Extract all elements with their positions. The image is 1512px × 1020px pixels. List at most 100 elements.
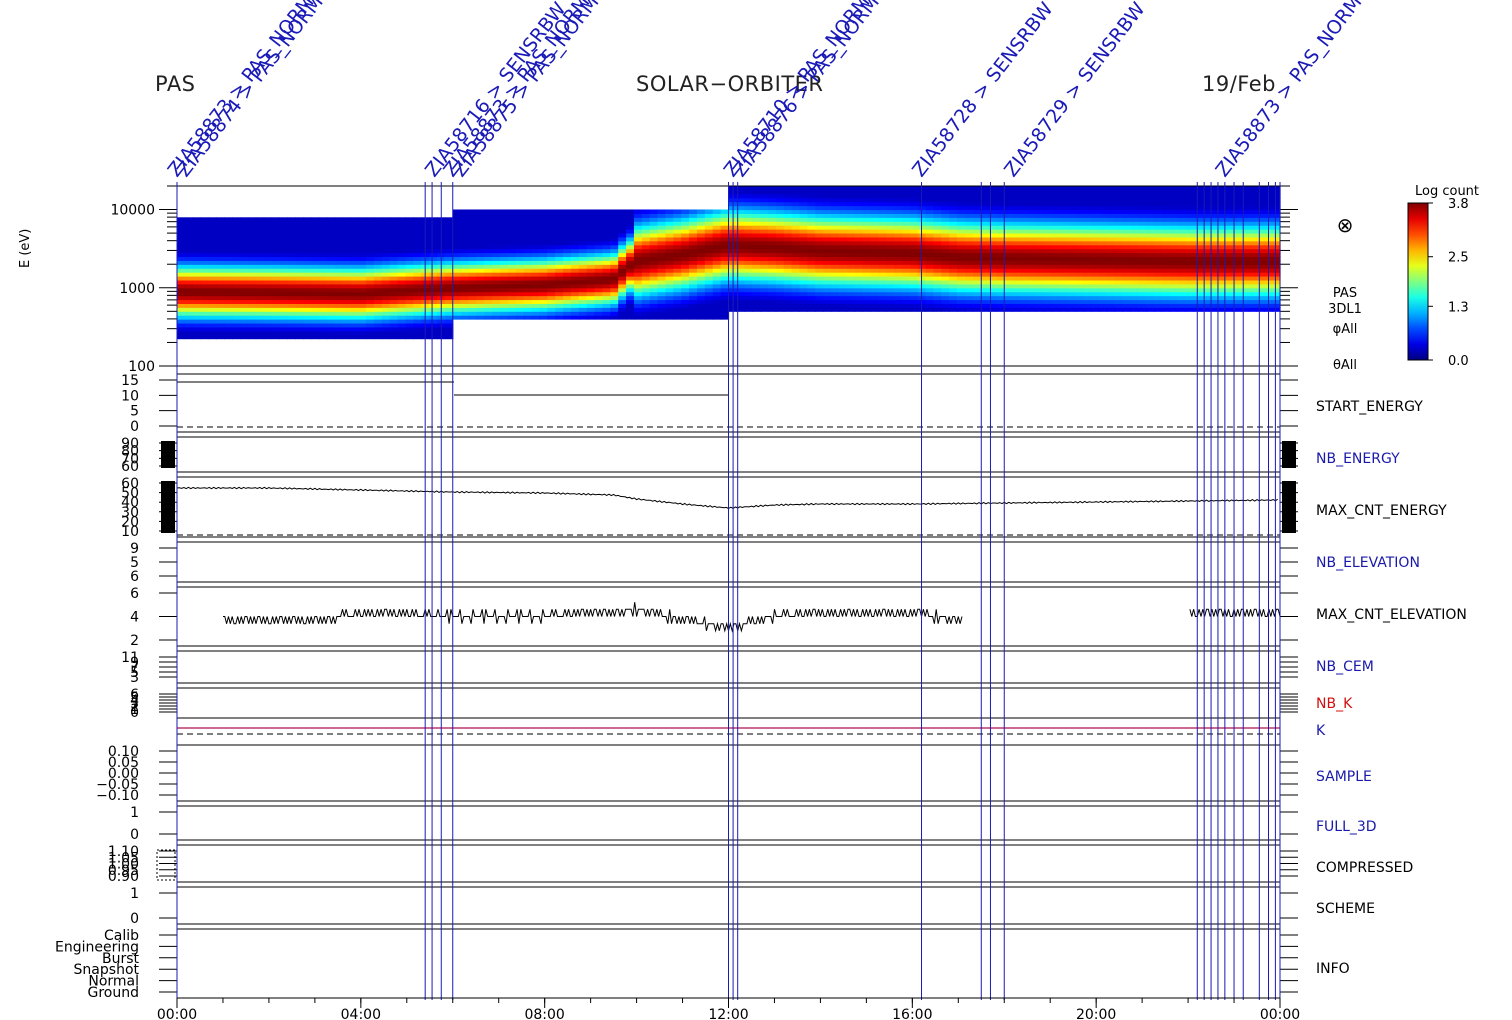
spectrogram-cell (823, 252, 832, 258)
spectrogram-cell (1185, 197, 1194, 203)
spectrogram-cell (1067, 260, 1076, 265)
spectrogram-cell (531, 240, 541, 246)
spectrogram-cell (925, 252, 934, 258)
spectrogram-cell (988, 303, 997, 308)
spectrogram-cell (1130, 209, 1139, 214)
spectrogram-cell (429, 264, 438, 269)
spectrogram-cell (909, 197, 919, 203)
spectrogram-cell (1114, 307, 1124, 312)
spectrogram-cell (752, 244, 761, 250)
spectrogram-cell (1020, 225, 1029, 230)
spectrogram-cell (1248, 256, 1257, 261)
spectrogram-cell (744, 248, 753, 254)
spectrogram-cell (791, 205, 801, 211)
spectrogram-cell (893, 256, 903, 261)
spectrogram-cell (862, 209, 871, 214)
spectrogram-cell (1106, 248, 1116, 254)
spectrogram-cell (862, 276, 871, 281)
spectrogram-cell (815, 201, 824, 207)
spectrogram-cell (925, 248, 934, 254)
spectrogram-cell (1240, 272, 1250, 277)
spectrogram-cell (641, 283, 651, 289)
spectrogram-cell (838, 193, 848, 199)
spectrogram-cell (594, 240, 604, 246)
spectrogram-cell (1272, 197, 1281, 203)
spectrogram-cell (1075, 221, 1084, 226)
spectrogram-cell (909, 221, 919, 226)
spectrogram-cell (507, 232, 517, 238)
spectrogram-cell (1256, 307, 1265, 312)
spectrogram-cell (767, 279, 777, 285)
spectrogram-cell (1043, 291, 1053, 297)
spectrogram-cell (295, 311, 304, 316)
spectrogram-cell (744, 232, 753, 238)
spectrogram-cell (933, 186, 942, 191)
spectrogram-cell (996, 283, 1005, 289)
spectrogram-cell (1201, 229, 1210, 234)
spectrogram-cell (208, 272, 217, 277)
spectrogram-cell (216, 252, 225, 258)
spectrogram-cell (1098, 225, 1108, 230)
spectrogram-cell (429, 322, 438, 328)
spectrogram-cell (200, 244, 210, 250)
spectrogram-cell (941, 209, 950, 214)
spectrogram-cell (444, 291, 454, 297)
spectrogram-cell (373, 268, 383, 273)
spectrogram-cell (1185, 260, 1194, 265)
spectrogram-cell (492, 209, 501, 214)
spectrogram-cell (1240, 307, 1250, 312)
spectrogram-cell (555, 260, 564, 265)
spectrogram-cell (689, 276, 698, 281)
spectrogram-cell (318, 272, 328, 277)
spectrogram-cell (1059, 283, 1068, 289)
spectrogram-cell (216, 229, 225, 234)
spectrogram-cell (476, 287, 485, 293)
spectrogram-cell (1177, 291, 1187, 297)
spectrogram-cell (633, 244, 643, 250)
spectrogram-cell (807, 232, 816, 238)
spectrogram-cell (988, 236, 997, 242)
spectrogram-cell (626, 252, 635, 258)
spectrogram-cell (657, 299, 667, 304)
spectrogram-cell (1020, 248, 1029, 254)
spectrogram-cell (405, 326, 414, 332)
spectrogram-cell (807, 276, 816, 281)
spectrogram-cell (791, 260, 801, 265)
spectrogram-cell (980, 248, 990, 254)
spectrogram-cell (1224, 248, 1234, 254)
spectrogram-cell (1122, 279, 1131, 285)
spectrogram-cell (555, 311, 564, 316)
spectrogram-cell (476, 264, 485, 269)
spectrogram-cell (1114, 197, 1124, 203)
spectrogram-cell (1169, 260, 1179, 265)
spectrogram-cell (1177, 264, 1187, 269)
spectrogram-cell (815, 205, 824, 211)
spectrogram-cell (303, 315, 312, 320)
spectrogram-cell (500, 240, 509, 246)
spectrogram-cell (949, 197, 958, 203)
spectrogram-cell (1209, 229, 1218, 234)
spectrogram-cell (492, 291, 501, 297)
spectrogram-cell (641, 279, 651, 285)
spectrogram-cell (1020, 272, 1029, 277)
spectrogram-cell (547, 236, 556, 242)
spectrogram-cell (1075, 229, 1084, 234)
spectrogram-cell (760, 248, 769, 254)
spectrogram-cell (1224, 276, 1234, 281)
spectrogram-cell (492, 213, 501, 218)
spectrogram-cell (886, 240, 895, 246)
spectrogram-cell (366, 232, 375, 238)
spectrogram-cell (1240, 197, 1250, 203)
spectrogram-cell (941, 248, 950, 254)
spectrogram-cell (1090, 209, 1100, 214)
spectrogram-cell (791, 295, 801, 301)
spectrogram-cell (405, 225, 414, 230)
spectrogram-cell (1240, 244, 1250, 250)
spectrogram-cell (484, 283, 493, 289)
spectrogram-cell (476, 260, 485, 265)
spectrogram-cell (933, 268, 942, 273)
spectrogram-cell (1240, 276, 1250, 281)
spectrogram-cell (271, 252, 281, 258)
spectrogram-cell (830, 213, 840, 218)
spectrogram-cell (657, 229, 667, 234)
